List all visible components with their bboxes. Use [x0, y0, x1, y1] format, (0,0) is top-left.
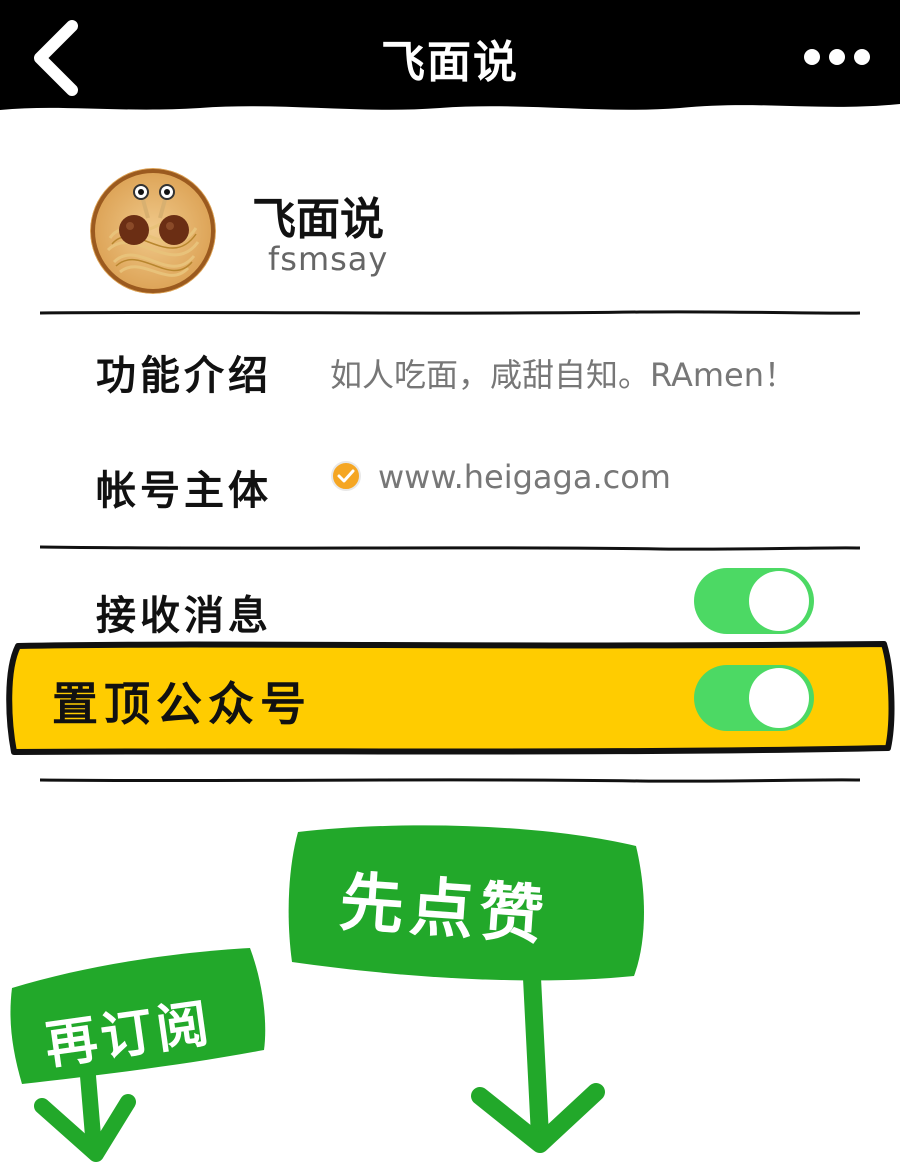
page-title: 飞面说: [381, 37, 519, 88]
account-owner-label: 帐号主体: [96, 468, 272, 514]
ellipsis-icon: [804, 49, 870, 65]
divider: [40, 310, 860, 315]
top-nav-bar: 飞面说: [0, 0, 900, 118]
intro-label: 功能介绍: [96, 353, 272, 399]
toggle-switch: [694, 665, 814, 731]
receive-messages-toggle[interactable]: [692, 566, 816, 636]
profile-name: 飞面说: [252, 194, 384, 245]
intro-value: 如人吃面，咸甜自知。RAmen！: [330, 356, 796, 394]
receive-messages-label: 接收消息: [96, 593, 272, 639]
more-button[interactable]: [802, 42, 872, 72]
like-callout-text: 先点赞: [337, 865, 552, 955]
subscribe-callout-sign: 再订阅: [0, 940, 280, 1163]
pin-account-label: 置顶公众号: [52, 677, 312, 731]
profile-account-id: fsmsay: [268, 240, 389, 278]
avatar[interactable]: [90, 168, 216, 294]
divider: [40, 778, 860, 783]
pin-account-toggle[interactable]: [692, 663, 816, 733]
spaghetti-monster-avatar-icon: [90, 168, 216, 294]
account-owner-link[interactable]: www.heigaga.com: [378, 458, 671, 496]
like-callout-sign: 先点赞: [284, 818, 650, 1158]
toggle-switch: [694, 568, 814, 634]
verified-icon: [331, 461, 361, 491]
divider: [40, 545, 860, 551]
